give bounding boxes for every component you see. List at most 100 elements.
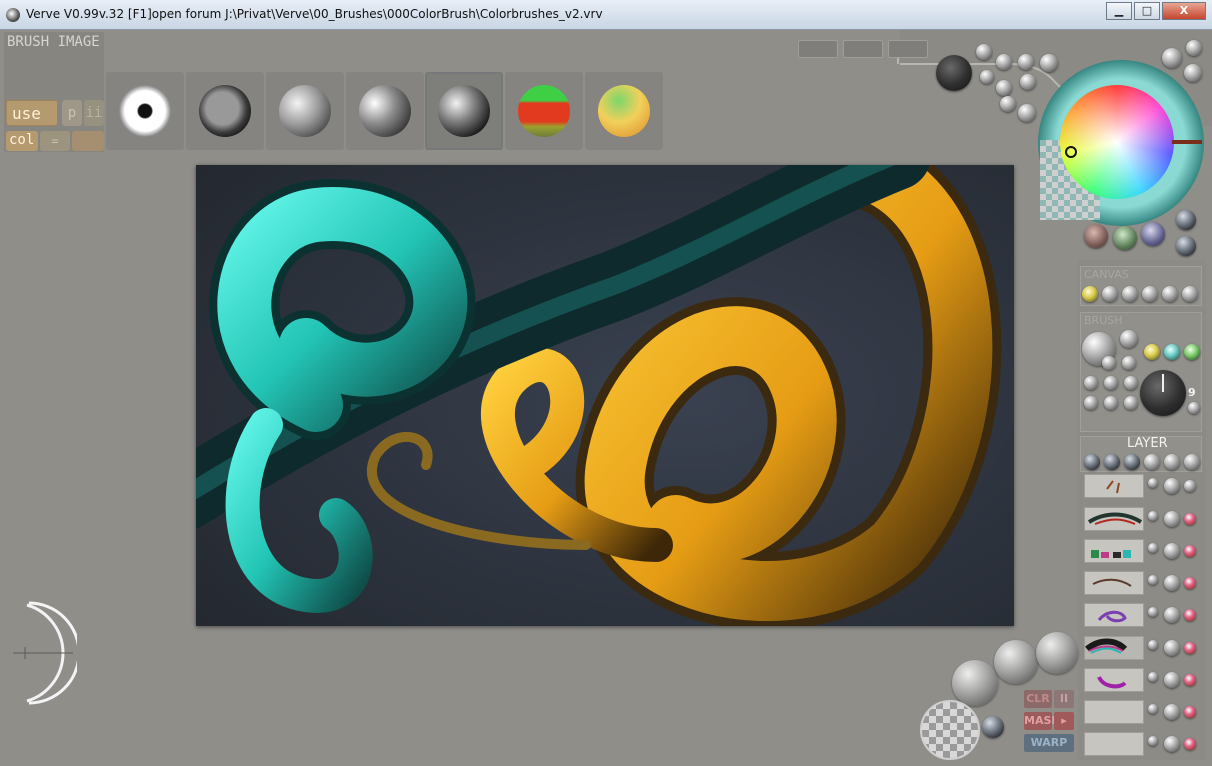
mask-button[interactable]: MASK bbox=[1024, 712, 1060, 730]
brush-image-4[interactable] bbox=[346, 72, 424, 150]
knob[interactable] bbox=[980, 70, 994, 84]
layer-knob[interactable] bbox=[1104, 454, 1120, 470]
brush-image-1[interactable] bbox=[106, 72, 184, 150]
layer-knob[interactable] bbox=[1084, 454, 1100, 470]
canvas-knob[interactable] bbox=[1122, 286, 1138, 302]
layer-toggle[interactable] bbox=[1148, 640, 1158, 650]
brush-knob[interactable] bbox=[1144, 344, 1160, 360]
brush-image-6[interactable] bbox=[505, 72, 583, 150]
layer-row[interactable] bbox=[1082, 505, 1198, 533]
layer-lock-knob[interactable] bbox=[1184, 513, 1196, 525]
layer-row[interactable] bbox=[1082, 601, 1198, 629]
canvas-knob[interactable] bbox=[1182, 286, 1198, 302]
brush-knob[interactable] bbox=[1104, 376, 1118, 390]
sphere-button[interactable] bbox=[1036, 632, 1078, 674]
close-button[interactable]: X bbox=[1162, 2, 1206, 20]
layer-lock-knob[interactable] bbox=[1184, 738, 1196, 750]
layer-toggle[interactable] bbox=[1148, 672, 1158, 682]
knob[interactable] bbox=[996, 80, 1012, 96]
col-option-button[interactable] bbox=[72, 131, 104, 151]
knob[interactable] bbox=[1018, 54, 1034, 70]
color-swatch[interactable] bbox=[1141, 222, 1165, 246]
layer-row[interactable] bbox=[1082, 730, 1198, 758]
layer-lock-knob[interactable] bbox=[1184, 706, 1196, 718]
layer-lock-knob[interactable] bbox=[1184, 642, 1196, 654]
minimize-button[interactable]: ▁ bbox=[1106, 2, 1132, 20]
layer-visibility-knob[interactable] bbox=[1164, 575, 1180, 591]
canvas-knob[interactable] bbox=[1102, 286, 1118, 302]
layer-visibility-knob[interactable] bbox=[1164, 478, 1180, 494]
layer-visibility-knob[interactable] bbox=[1164, 672, 1180, 688]
layer-toggle[interactable] bbox=[1148, 704, 1158, 714]
layer-toggle[interactable] bbox=[1148, 511, 1158, 521]
brush-knob[interactable] bbox=[1084, 376, 1098, 390]
layer-toggle[interactable] bbox=[1148, 478, 1158, 488]
knob[interactable] bbox=[1176, 236, 1196, 256]
layer-knob[interactable] bbox=[1184, 454, 1200, 470]
maximize-button[interactable]: □ bbox=[1134, 2, 1160, 20]
layer-toggle[interactable] bbox=[1148, 607, 1158, 617]
layer-knob[interactable] bbox=[1144, 454, 1160, 470]
transparency-brush-icon[interactable] bbox=[920, 700, 980, 760]
brush-knob[interactable] bbox=[1124, 376, 1138, 390]
color-picker-handle[interactable] bbox=[1065, 146, 1077, 158]
sphere-button[interactable] bbox=[952, 660, 998, 706]
layer-visibility-knob[interactable] bbox=[1164, 704, 1180, 720]
layer-toggle[interactable] bbox=[1148, 543, 1158, 553]
layer-row[interactable] bbox=[1082, 698, 1198, 726]
brush-knob[interactable] bbox=[1188, 402, 1200, 414]
equal-button[interactable]: = bbox=[40, 131, 70, 151]
knob[interactable] bbox=[1000, 96, 1016, 112]
layer-lock-knob[interactable] bbox=[1184, 480, 1196, 492]
painting-canvas[interactable] bbox=[196, 165, 1014, 626]
canvas-knob[interactable] bbox=[1162, 286, 1178, 302]
knob[interactable] bbox=[1176, 210, 1196, 230]
layer-knob[interactable] bbox=[1124, 454, 1140, 470]
col-button[interactable]: col bbox=[6, 131, 38, 151]
layer-visibility-knob[interactable] bbox=[1164, 511, 1180, 527]
color-swatch[interactable] bbox=[1113, 226, 1137, 250]
layer-knob[interactable] bbox=[1164, 454, 1180, 470]
sphere-button[interactable] bbox=[994, 640, 1038, 684]
brush-knob[interactable] bbox=[1164, 344, 1180, 360]
knob[interactable] bbox=[996, 54, 1012, 70]
ii-button[interactable]: ii bbox=[84, 100, 104, 126]
knob[interactable] bbox=[1162, 48, 1182, 68]
dial-knob[interactable] bbox=[936, 55, 972, 91]
layer-visibility-knob[interactable] bbox=[1164, 543, 1180, 559]
color-wheel[interactable] bbox=[1060, 85, 1174, 199]
layer-visibility-knob[interactable] bbox=[1164, 736, 1180, 752]
layer-row[interactable] bbox=[1082, 666, 1198, 694]
layer-lock-knob[interactable] bbox=[1184, 545, 1196, 557]
layer-visibility-knob[interactable] bbox=[1164, 607, 1180, 623]
color-swatch[interactable] bbox=[1084, 224, 1108, 248]
brush-image-2[interactable] bbox=[186, 72, 264, 150]
layer-lock-knob[interactable] bbox=[1184, 674, 1196, 686]
knob[interactable] bbox=[982, 716, 1004, 738]
layer-row[interactable] bbox=[1082, 569, 1198, 597]
knob[interactable] bbox=[1184, 64, 1202, 82]
layer-row[interactable] bbox=[1082, 472, 1198, 500]
use-button[interactable]: use bbox=[6, 100, 58, 126]
mask-arrow-button[interactable]: ▸ bbox=[1054, 712, 1074, 730]
knob[interactable] bbox=[1018, 104, 1036, 122]
layer-lock-knob[interactable] bbox=[1184, 577, 1196, 589]
knob[interactable] bbox=[976, 44, 992, 60]
toolbar-button-3[interactable] bbox=[888, 40, 928, 58]
brush-image-7[interactable] bbox=[585, 72, 663, 150]
toolbar-button-1[interactable] bbox=[798, 40, 838, 58]
layer-toggle[interactable] bbox=[1148, 575, 1158, 585]
layer-lock-knob[interactable] bbox=[1184, 609, 1196, 621]
canvas-knob[interactable] bbox=[1142, 286, 1158, 302]
brush-knob[interactable] bbox=[1102, 356, 1116, 370]
layer-row[interactable] bbox=[1082, 537, 1198, 565]
brush-knob[interactable] bbox=[1104, 396, 1118, 410]
brush-knob[interactable] bbox=[1184, 344, 1200, 360]
layer-toggle[interactable] bbox=[1148, 736, 1158, 746]
ii-bottom-button[interactable]: II bbox=[1054, 690, 1074, 708]
brush-image-5[interactable] bbox=[425, 72, 503, 150]
brush-image-3[interactable] bbox=[266, 72, 344, 150]
toolbar-button-2[interactable] bbox=[843, 40, 883, 58]
brush-knob[interactable] bbox=[1124, 396, 1138, 410]
layer-row[interactable] bbox=[1082, 634, 1198, 662]
